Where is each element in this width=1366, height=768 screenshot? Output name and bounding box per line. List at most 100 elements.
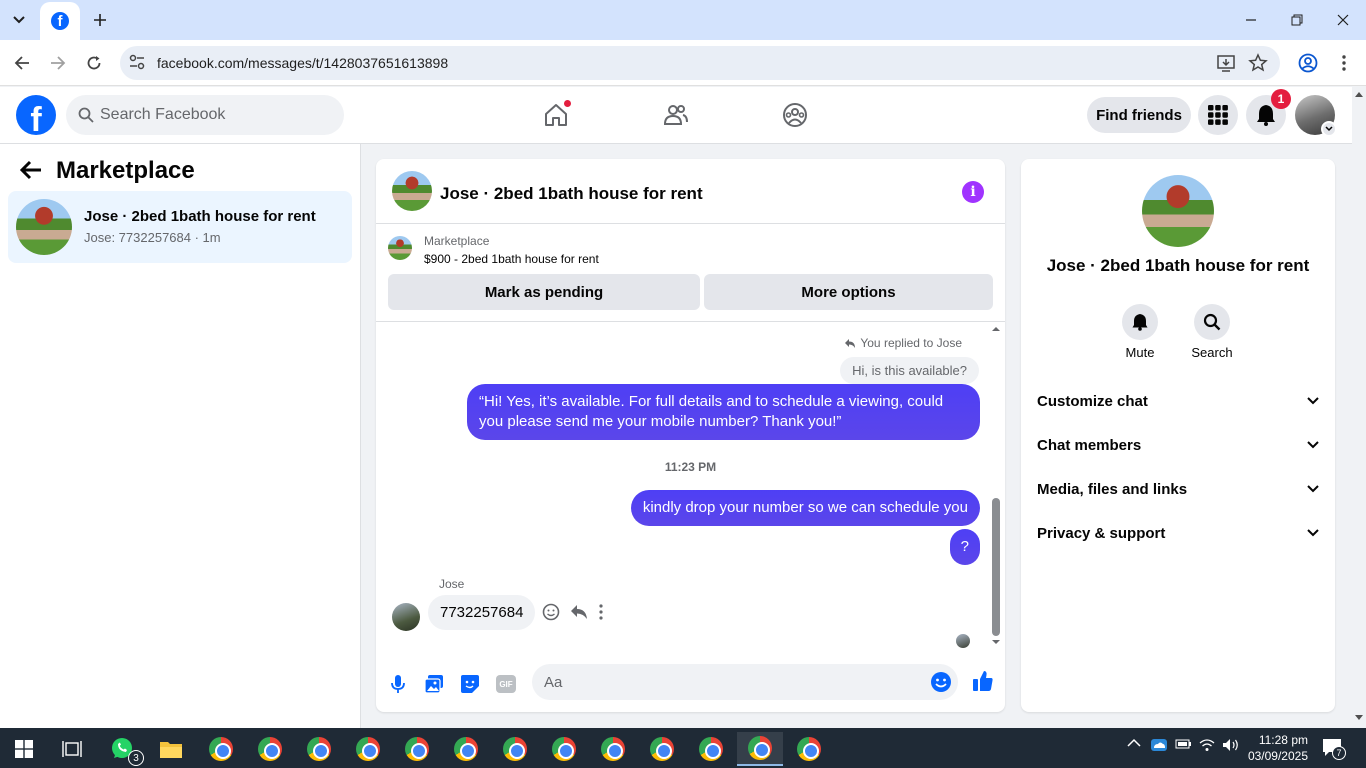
scroll-up-icon[interactable] xyxy=(1352,89,1366,99)
browser-menu-button[interactable] xyxy=(1330,49,1358,77)
sender-avatar[interactable] xyxy=(392,603,420,631)
account-chevron-icon[interactable] xyxy=(1321,121,1337,137)
mute-button[interactable]: Mute xyxy=(1110,304,1170,360)
more-vertical-icon[interactable] xyxy=(598,604,604,620)
replied-note-text: You replied to Jose xyxy=(860,336,962,350)
more-options-button[interactable]: More options xyxy=(704,274,993,310)
search-in-conversation-button[interactable]: Search xyxy=(1182,304,1242,360)
new-tab-button[interactable] xyxy=(88,8,112,32)
message-input[interactable]: Aa xyxy=(532,664,958,700)
tab-search-dropdown-button[interactable] xyxy=(6,8,32,32)
address-bar[interactable]: facebook.com/messages/t/1428037651613898 xyxy=(120,46,1280,80)
browser-tab-facebook[interactable]: f xyxy=(40,2,80,40)
start-button[interactable] xyxy=(4,732,44,766)
attach-photo-icon[interactable] xyxy=(422,672,446,696)
mark-as-pending-button[interactable]: Mark as pending xyxy=(388,274,700,310)
windows-taskbar: 3 11:28 pm 03/09/2025 7 xyxy=(0,728,1366,768)
taskbar-chrome-window[interactable] xyxy=(348,732,388,766)
task-view-button[interactable] xyxy=(52,732,92,766)
facebook-header: f Search Facebook Find friends 1 xyxy=(0,87,1352,144)
customize-chat-section[interactable]: Customize chat xyxy=(1037,387,1319,415)
restore-button[interactable] xyxy=(1274,6,1320,34)
back-button[interactable] xyxy=(8,49,36,77)
nav-friends-button[interactable] xyxy=(656,97,696,133)
quoted-message[interactable]: Hi, is this available? xyxy=(840,357,979,384)
close-icon xyxy=(1337,14,1349,26)
outgoing-message[interactable]: kindly drop your number so we can schedu… xyxy=(630,490,980,526)
taskbar-chrome-window-active[interactable] xyxy=(737,732,783,766)
reply-icon[interactable] xyxy=(570,604,588,620)
taskbar-chrome-window[interactable] xyxy=(250,732,290,766)
react-emoji-icon[interactable] xyxy=(542,603,560,621)
clock-time: 11:28 pm xyxy=(1258,733,1308,747)
volume-icon[interactable] xyxy=(1222,738,1240,752)
minimize-button[interactable] xyxy=(1228,6,1274,34)
replied-note: You replied to Jose xyxy=(844,336,962,350)
outgoing-message[interactable]: ? xyxy=(949,529,980,565)
listing-price-title[interactable]: $900 - 2bed 1bath house for rent xyxy=(424,252,599,266)
sidebar-title: Marketplace xyxy=(56,157,195,184)
message-scrollbar[interactable] xyxy=(990,324,1002,655)
privacy-support-section[interactable]: Privacy & support xyxy=(1037,519,1319,547)
chat-avatar[interactable] xyxy=(392,171,432,211)
taskbar-chrome-window[interactable] xyxy=(544,732,584,766)
facebook-search-input[interactable]: Search Facebook xyxy=(66,95,344,135)
chat-title[interactable]: Jose · 2bed 1bath house for rent xyxy=(440,184,703,204)
taskbar-chrome-window[interactable] xyxy=(397,732,437,766)
system-clock[interactable]: 11:28 pm 03/09/2025 xyxy=(1244,732,1308,764)
taskbar-chrome-window[interactable] xyxy=(593,732,633,766)
listing-thumbnail[interactable] xyxy=(388,236,412,260)
menu-button[interactable] xyxy=(1198,95,1238,135)
taskbar-chrome-window[interactable] xyxy=(642,732,682,766)
show-hidden-icons[interactable] xyxy=(1127,738,1141,748)
bookmark-star-icon[interactable] xyxy=(1248,53,1268,73)
search-placeholder: Search Facebook xyxy=(100,106,226,123)
find-friends-button[interactable]: Find friends xyxy=(1087,97,1191,133)
taskbar-chrome-window[interactable] xyxy=(691,732,731,766)
battery-icon[interactable] xyxy=(1175,738,1191,750)
scroll-down-icon[interactable] xyxy=(1352,713,1366,723)
taskbar-chrome-window[interactable] xyxy=(789,732,829,766)
conversation-title: Jose · 2bed 1bath house for rent xyxy=(84,208,316,225)
forward-button[interactable] xyxy=(44,49,72,77)
thumbs-up-icon[interactable] xyxy=(971,669,995,693)
taskbar-file-explorer[interactable] xyxy=(151,732,191,766)
gif-icon[interactable]: GIF xyxy=(494,672,518,696)
page-scrollbar[interactable] xyxy=(1352,87,1366,728)
chat-members-section[interactable]: Chat members xyxy=(1037,431,1319,459)
outgoing-message[interactable]: “Hi! Yes, it’s available. For full detai… xyxy=(467,384,980,440)
more-vertical-icon xyxy=(1342,55,1346,71)
facebook-logo-icon[interactable]: f xyxy=(16,95,56,135)
reload-button[interactable] xyxy=(80,49,108,77)
info-avatar[interactable] xyxy=(1142,175,1214,247)
nav-groups-button[interactable] xyxy=(775,97,815,133)
conversation-item[interactable]: Jose · 2bed 1bath house for rent Jose: 7… xyxy=(8,191,352,263)
wifi-icon[interactable] xyxy=(1199,738,1215,752)
profile-button[interactable] xyxy=(1294,49,1322,77)
action-center-button[interactable]: 7 xyxy=(1322,738,1346,760)
taskbar-chrome-window[interactable] xyxy=(495,732,535,766)
incoming-message[interactable]: 7732257684 xyxy=(428,595,536,630)
taskbar-whatsapp[interactable]: 3 xyxy=(102,732,144,766)
chrome-icon xyxy=(258,737,282,761)
taskbar-chrome-window[interactable] xyxy=(446,732,486,766)
browser-tab-bar: f xyxy=(0,0,1366,40)
marketplace-label: Marketplace xyxy=(424,234,490,248)
info-title: Jose · 2bed 1bath house for rent xyxy=(1046,256,1310,275)
taskbar-chrome-window[interactable] xyxy=(201,732,241,766)
voice-clip-icon[interactable] xyxy=(386,672,410,696)
back-arrow-icon[interactable] xyxy=(20,160,42,180)
scrollbar-thumb[interactable] xyxy=(992,498,1000,636)
media-files-links-section[interactable]: Media, files and links xyxy=(1037,475,1319,503)
emoji-icon[interactable] xyxy=(930,671,952,693)
scroll-down-icon[interactable] xyxy=(990,639,1002,647)
onedrive-icon[interactable] xyxy=(1150,738,1168,752)
info-icon[interactable]: i xyxy=(962,181,984,203)
sticker-icon[interactable] xyxy=(458,672,482,696)
scroll-up-icon[interactable] xyxy=(990,324,1002,332)
site-info-icon[interactable] xyxy=(128,53,146,71)
close-window-button[interactable] xyxy=(1320,6,1366,34)
taskbar-chrome-window[interactable] xyxy=(299,732,339,766)
chrome-icon xyxy=(454,737,478,761)
install-app-icon[interactable] xyxy=(1216,53,1236,73)
